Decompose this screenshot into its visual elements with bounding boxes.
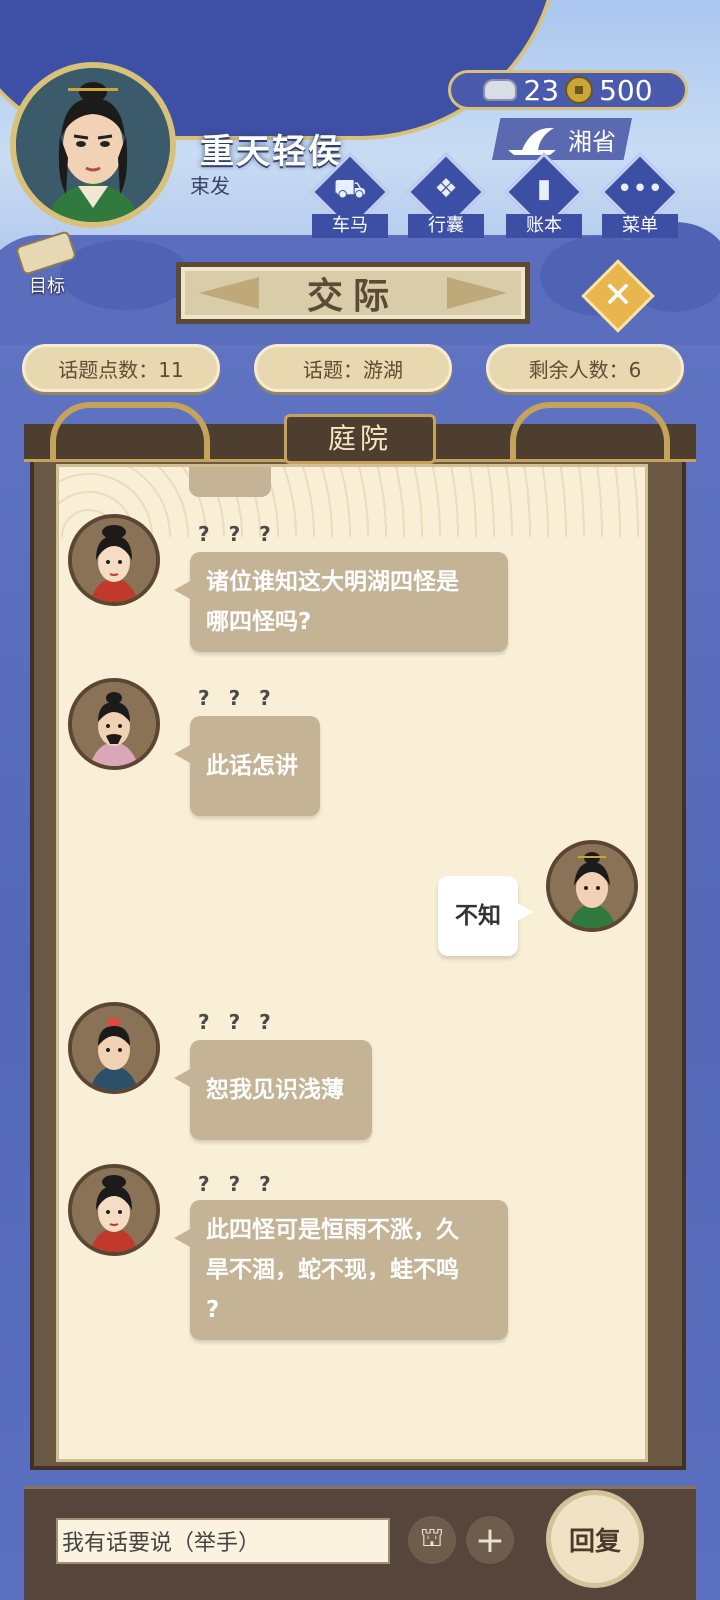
message-line: 此话怎讲 [206,753,298,779]
topic-points-badge: 话题点数：11 [22,344,220,392]
nav-menu-button[interactable]: ••• 菜单 [598,152,682,240]
silver-amount: 23 [523,73,560,107]
chat-message-bubble: 此话怎讲 [174,716,320,816]
topic-badge: 话题：游湖 [254,344,452,392]
man-portrait-icon [72,682,156,766]
message-line: 诸位谁知这大明湖四怪是 [206,569,459,595]
nav-bundle-button[interactable]: ❖ 行囊 [404,152,488,240]
add-button[interactable]: + [466,1516,514,1564]
close-icon: ✕ [602,275,634,316]
boy-portrait-icon [72,1006,156,1090]
speaker-name: ? ? ? [198,1172,277,1196]
target-button[interactable]: 目标 [12,230,82,297]
player-portrait-icon [16,68,170,222]
speaker-name: ? ? ? [198,522,277,546]
banner-arrow-right [447,277,507,309]
lady-portrait-icon [72,1168,156,1252]
location-label: 庭院 [284,414,436,464]
copper-amount: 500 [599,73,653,107]
npc-avatar[interactable] [68,1164,160,1256]
player-portrait-icon [550,844,634,928]
player-chat-avatar[interactable] [546,840,638,932]
bag-icon: ⛫ [420,1523,444,1553]
bundle-icon: ❖ [434,174,458,204]
message-input[interactable] [56,1518,390,1564]
lady-portrait-icon [72,518,156,602]
speaker-name: ? ? ? [198,1010,277,1034]
message-line: 旱不涸，蛇不现，蛙不鸣 [206,1257,459,1283]
scroll-icon [14,230,78,276]
nav-ledger-button[interactable]: ▮ 账本 [502,152,586,240]
nav-label: 账本 [506,214,582,238]
nav-label: 车马 [312,214,388,238]
message-line: ? [206,1297,220,1323]
speaker-name: ? ? ? [198,686,277,710]
reply-label: 回复 [568,1526,621,1557]
npc-avatar[interactable] [68,514,160,606]
plus-icon: + [474,1519,506,1561]
chat-message-bubble: 此四怪可是恒雨不涨，久 旱不涸，蛇不现，蛙不鸣 ? [174,1200,508,1340]
nav-label: 行囊 [408,214,484,238]
silver-ingot-icon [483,79,518,101]
player-title: 束发 [190,174,230,198]
message-line: 不知 [455,903,501,929]
emote-button[interactable]: ⛫ [408,1516,456,1564]
nav-carriage-button[interactable]: ⛟ 车马 [308,152,392,240]
currency-panel: 23 500 [448,70,688,110]
message-line: 此四怪可是恒雨不涨，久 [206,1217,459,1243]
ledger-icon: ▮ [536,174,552,204]
wave-pattern [59,467,645,537]
chat-message-bubble: 恕我见识浅薄 [174,1040,372,1140]
player-message-bubble: 不知 [438,876,534,956]
player-avatar[interactable] [10,62,176,228]
message-line: 恕我见识浅薄 [206,1077,344,1103]
ornament-curl [50,402,210,462]
page-title: 交际 [306,276,399,317]
npc-avatar[interactable] [68,678,160,770]
boat-icon [508,127,556,155]
chat-message-bubble: 诸位谁知这大明湖四怪是 哪四怪吗? [174,552,508,652]
ornament-curl [510,402,670,462]
region-button[interactable]: 湘省 [492,118,632,160]
copper-coin-icon [565,76,594,104]
region-label: 湘省 [568,127,616,156]
npc-avatar[interactable] [68,1002,160,1094]
reply-button[interactable]: 回复 [546,1490,644,1588]
target-label: 目标 [29,276,65,297]
social-banner: 交际 [176,262,530,324]
carriage-icon: ⛟ [333,174,367,204]
nav-label: 菜单 [602,214,678,238]
menu-dots-icon: ••• [616,174,663,204]
banner-arrow-left [199,277,259,309]
remaining-count-badge: 剩余人数：6 [486,344,684,392]
message-line: 哪四怪吗? [206,609,312,635]
previous-bubble-fragment [189,467,271,497]
